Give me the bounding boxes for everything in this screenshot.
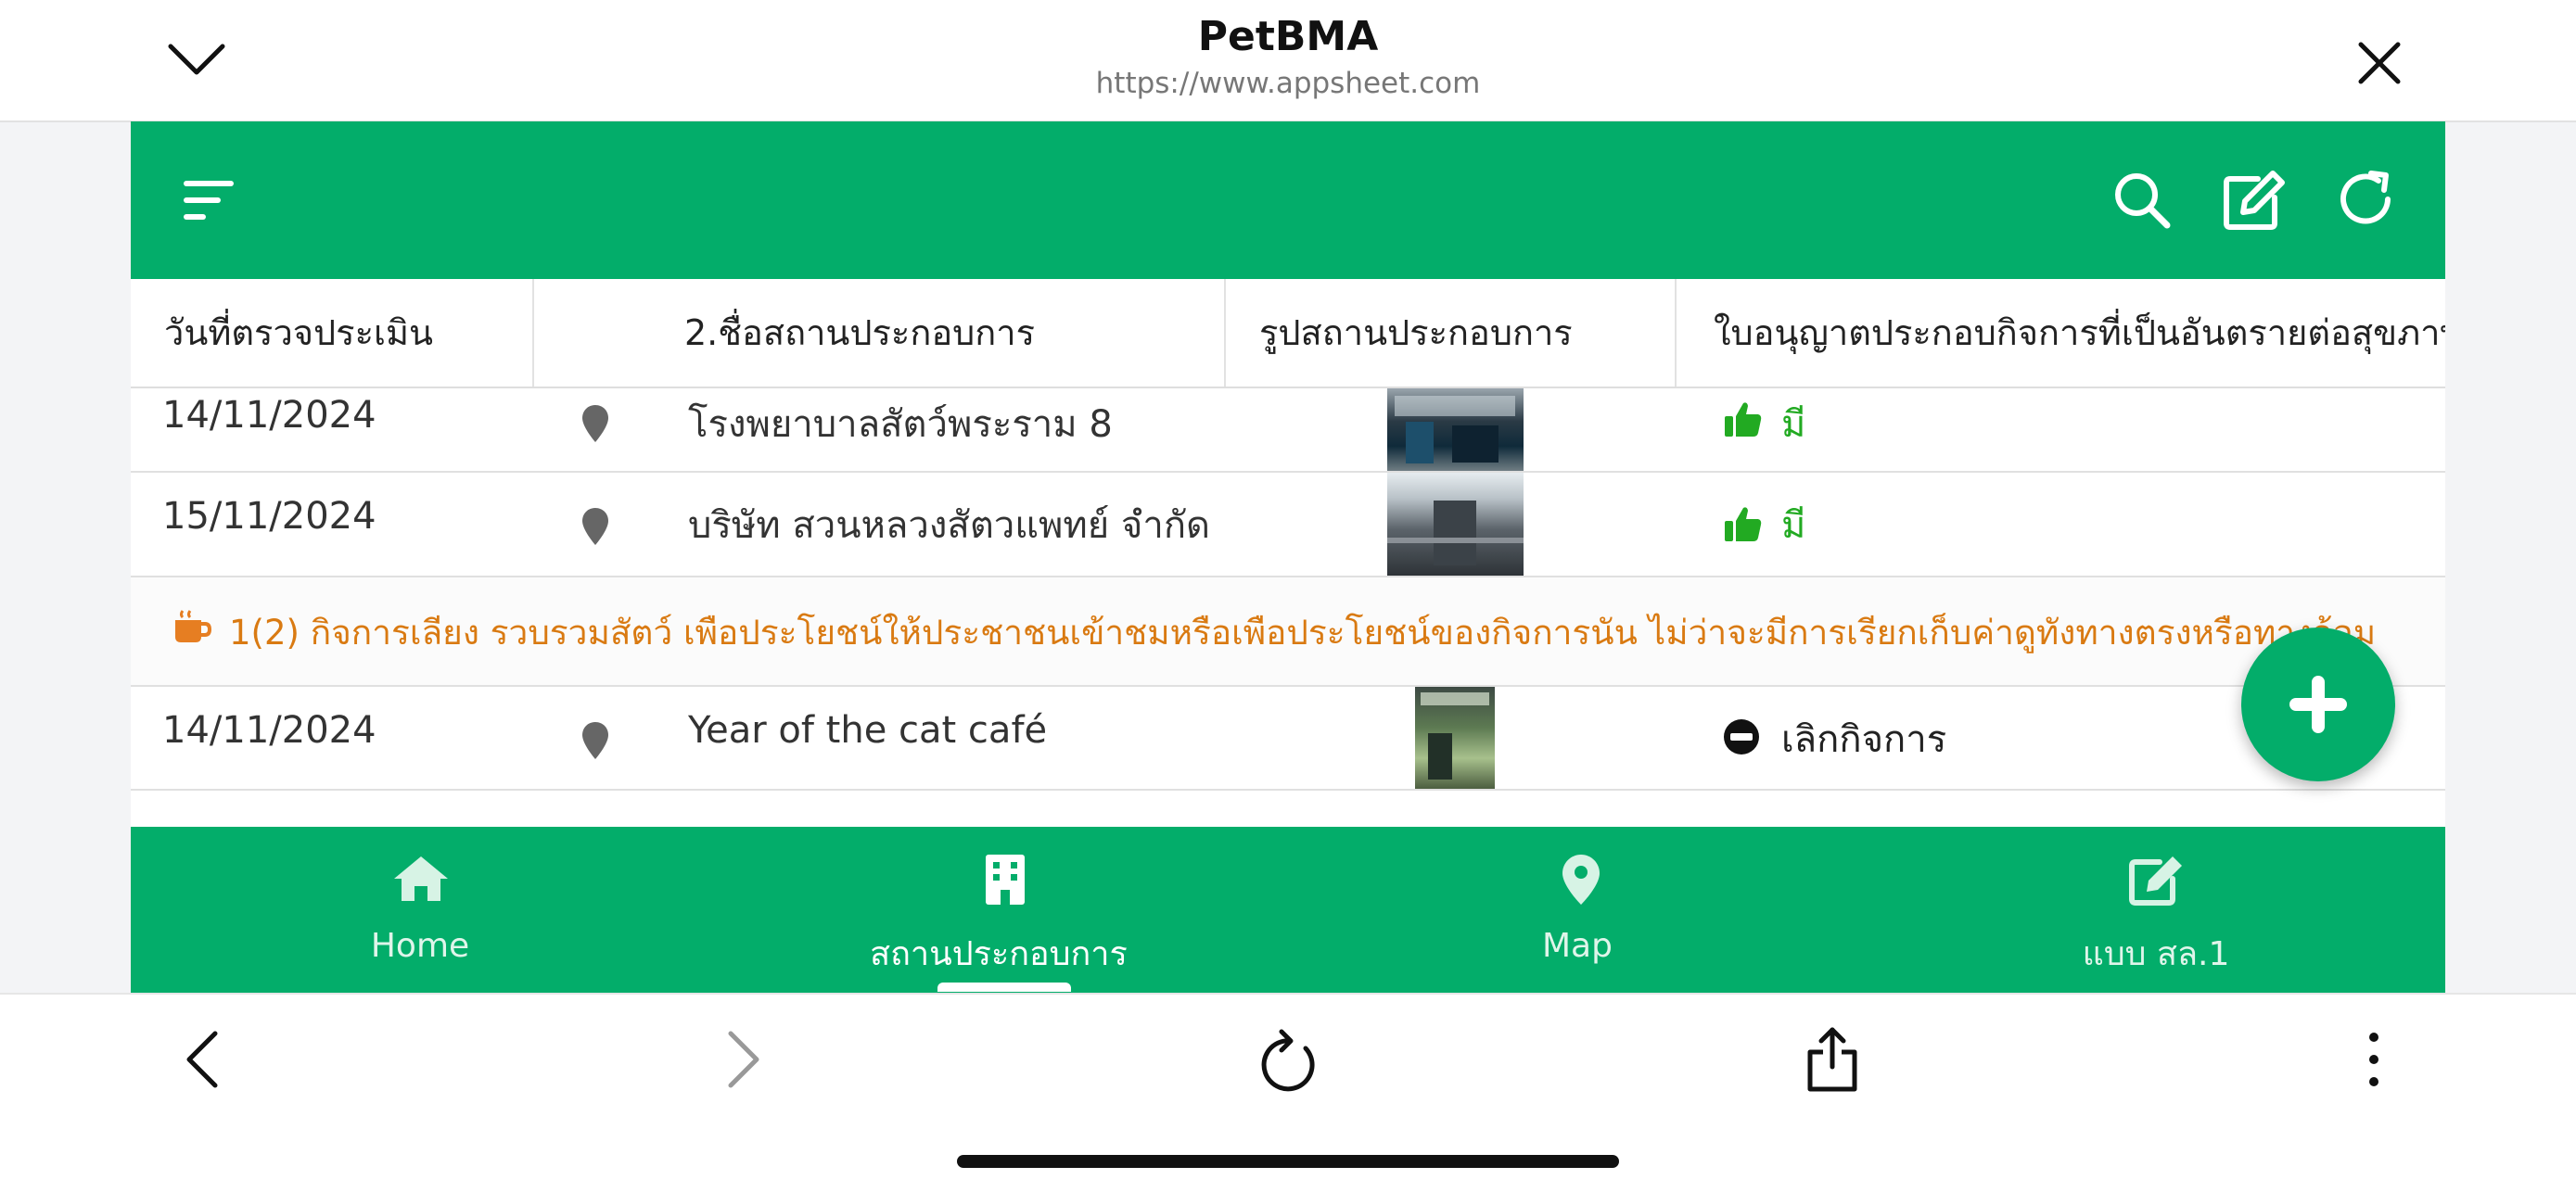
column-header-photo[interactable]: รูปสถานประกอบการ [1259, 279, 1667, 387]
edit-icon [2128, 855, 2186, 910]
column-divider [1224, 279, 1226, 387]
no-entry-icon [1723, 718, 1760, 759]
date-cell: 14/11/2024 [162, 394, 376, 437]
more-icon[interactable] [2366, 1032, 2381, 1091]
share-icon[interactable] [1804, 1026, 1860, 1097]
table-row[interactable]: 15/11/2024 บริษัท สวนหลวงสัตวแพทย์ จำกัด… [131, 473, 2445, 577]
forward-icon[interactable] [723, 1030, 764, 1093]
back-icon[interactable] [182, 1030, 223, 1093]
table-header: วันที่ตรวจประเมิน 2.ชื่อสถานประกอบการ รู… [131, 279, 2445, 388]
search-icon[interactable] [2110, 168, 2174, 236]
column-divider [1675, 279, 1677, 387]
edit-icon[interactable] [2221, 168, 2288, 236]
name-cell: บริษัท สวนหลวงสัตวแพทย์ จำกัด [688, 504, 1211, 547]
column-header-name[interactable]: 2.ชื่อสถานประกอบการ [684, 279, 1167, 387]
name-cell: Year of the cat café [688, 709, 1048, 752]
coffee-cup-icon [172, 609, 212, 650]
establishment-photo[interactable] [1387, 473, 1524, 576]
map-pin-icon[interactable] [580, 720, 610, 765]
column-header-license[interactable]: ใบอนุญาตประกอบกิจการที่เป็นอันตรายต่อสุข… [1714, 279, 2445, 387]
group-label: 1(2) กิจการเลียง รวบรวมสัตว์ เพือประโยชน… [229, 613, 2377, 653]
thumbs-up-icon [1723, 504, 1764, 547]
license-status: มี [1781, 504, 1806, 547]
home-indicator [957, 1155, 1619, 1168]
date-cell: 14/11/2024 [162, 709, 376, 752]
menu-icon[interactable] [182, 179, 237, 225]
table-row[interactable]: 14/11/2024 Year of the cat café เลิกกิจก… [131, 687, 2445, 791]
thumbs-up-icon [1723, 399, 1764, 442]
app-frame: วันที่ตรวจประเมิน 2.ชื่อสถานประกอบการ รู… [131, 121, 2445, 993]
column-divider [532, 279, 534, 387]
establishment-photo[interactable] [1387, 388, 1524, 471]
refresh-icon[interactable] [2334, 168, 2399, 236]
home-icon [392, 855, 450, 907]
nav-label: สถานประกอบการ [870, 935, 1128, 973]
table-row[interactable]: 14/11/2024 โรงพยาบาลสัตว์พระราม 8 มี [131, 388, 2445, 473]
date-cell: 15/11/2024 [162, 495, 376, 538]
nav-item-home[interactable]: Home [131, 827, 709, 993]
map-pin-icon[interactable] [580, 506, 610, 551]
nav-item-establishments[interactable]: สถานประกอบการ [709, 827, 1288, 993]
plus-icon [2289, 676, 2347, 733]
app-header [131, 121, 2445, 279]
map-pin-icon [1561, 853, 1601, 910]
bottom-navigation: Home สถานประกอบการ Map แบบ สล.1 [131, 827, 2445, 993]
nav-label: แบบ สล.1 [2082, 935, 2230, 973]
name-cell: โรงพยาบาลสัตว์พระราม 8 [688, 403, 1113, 446]
nav-label: Map [1542, 927, 1613, 965]
group-header-row[interactable]: 1(2) กิจการเลียง รวบรวมสัตว์ เพือประโยชน… [131, 577, 2445, 687]
browser-top-bar: PetBMA https://www.appsheet.com [0, 0, 2576, 122]
license-status: มี [1781, 403, 1806, 446]
chevron-down-icon[interactable] [165, 35, 228, 85]
column-header-date[interactable]: วันที่ตรวจประเมิน [164, 279, 526, 387]
page-url: https://www.appsheet.com [1095, 67, 1481, 100]
nav-label: Home [370, 927, 470, 965]
reload-icon[interactable] [1257, 1028, 1319, 1097]
nav-item-map[interactable]: Map [1288, 827, 1867, 993]
establishment-photo[interactable] [1415, 687, 1495, 789]
add-record-button[interactable] [2241, 628, 2395, 781]
building-icon [984, 853, 1027, 910]
active-tab-indicator [937, 983, 1071, 992]
map-pin-icon[interactable] [580, 403, 610, 448]
license-status: เลิกกิจการ [1781, 718, 1947, 761]
close-icon[interactable] [2353, 37, 2405, 93]
page-title: PetBMA [1197, 13, 1379, 60]
nav-item-form[interactable]: แบบ สล.1 [1867, 827, 2445, 993]
